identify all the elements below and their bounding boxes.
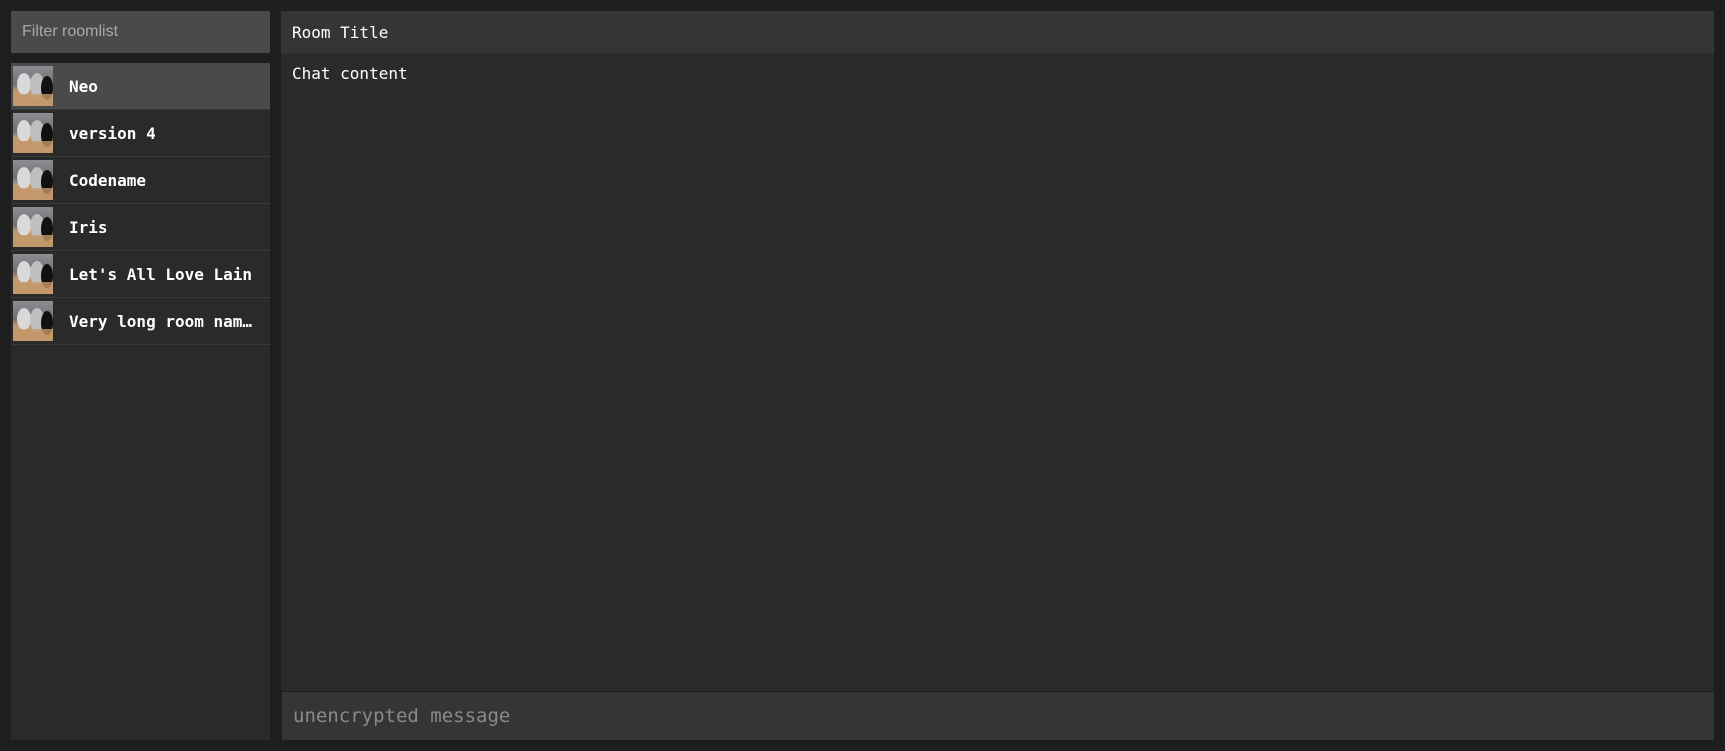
room-name: version 4 bbox=[69, 123, 156, 143]
room-avatar-icon bbox=[13, 66, 53, 106]
message-composer-input[interactable] bbox=[282, 692, 1714, 740]
room-avatar-icon bbox=[13, 160, 53, 200]
room-title-bar: Room Title bbox=[281, 11, 1714, 53]
room-name: Iris bbox=[69, 217, 108, 237]
room-list-item[interactable]: Iris bbox=[11, 204, 270, 251]
room-avatar-icon bbox=[13, 254, 53, 294]
room-avatar-icon bbox=[13, 207, 53, 247]
room-list-item[interactable]: Codename bbox=[11, 157, 270, 204]
filter-roomlist-input[interactable] bbox=[11, 11, 270, 53]
room-name: Neo bbox=[69, 76, 98, 96]
room-list: Neo version 4 Codename Iris Let's All Lo… bbox=[11, 63, 270, 740]
room-list-item[interactable]: version 4 bbox=[11, 110, 270, 157]
room-name: Let's All Love Lain bbox=[69, 264, 253, 284]
room-avatar-icon bbox=[13, 113, 53, 153]
room-avatar-icon bbox=[13, 301, 53, 341]
room-name: Codename bbox=[69, 170, 147, 190]
room-list-item[interactable]: Neo bbox=[11, 63, 270, 110]
chat-content-area: Chat content bbox=[281, 53, 1714, 691]
room-title: Room Title bbox=[292, 22, 389, 42]
chat-content: Chat content bbox=[292, 64, 408, 83]
room-list-item[interactable]: Let's All Love Lain bbox=[11, 251, 270, 298]
room-list-item[interactable]: Very long room nam… bbox=[11, 298, 270, 345]
room-name: Very long room nam… bbox=[69, 311, 253, 331]
